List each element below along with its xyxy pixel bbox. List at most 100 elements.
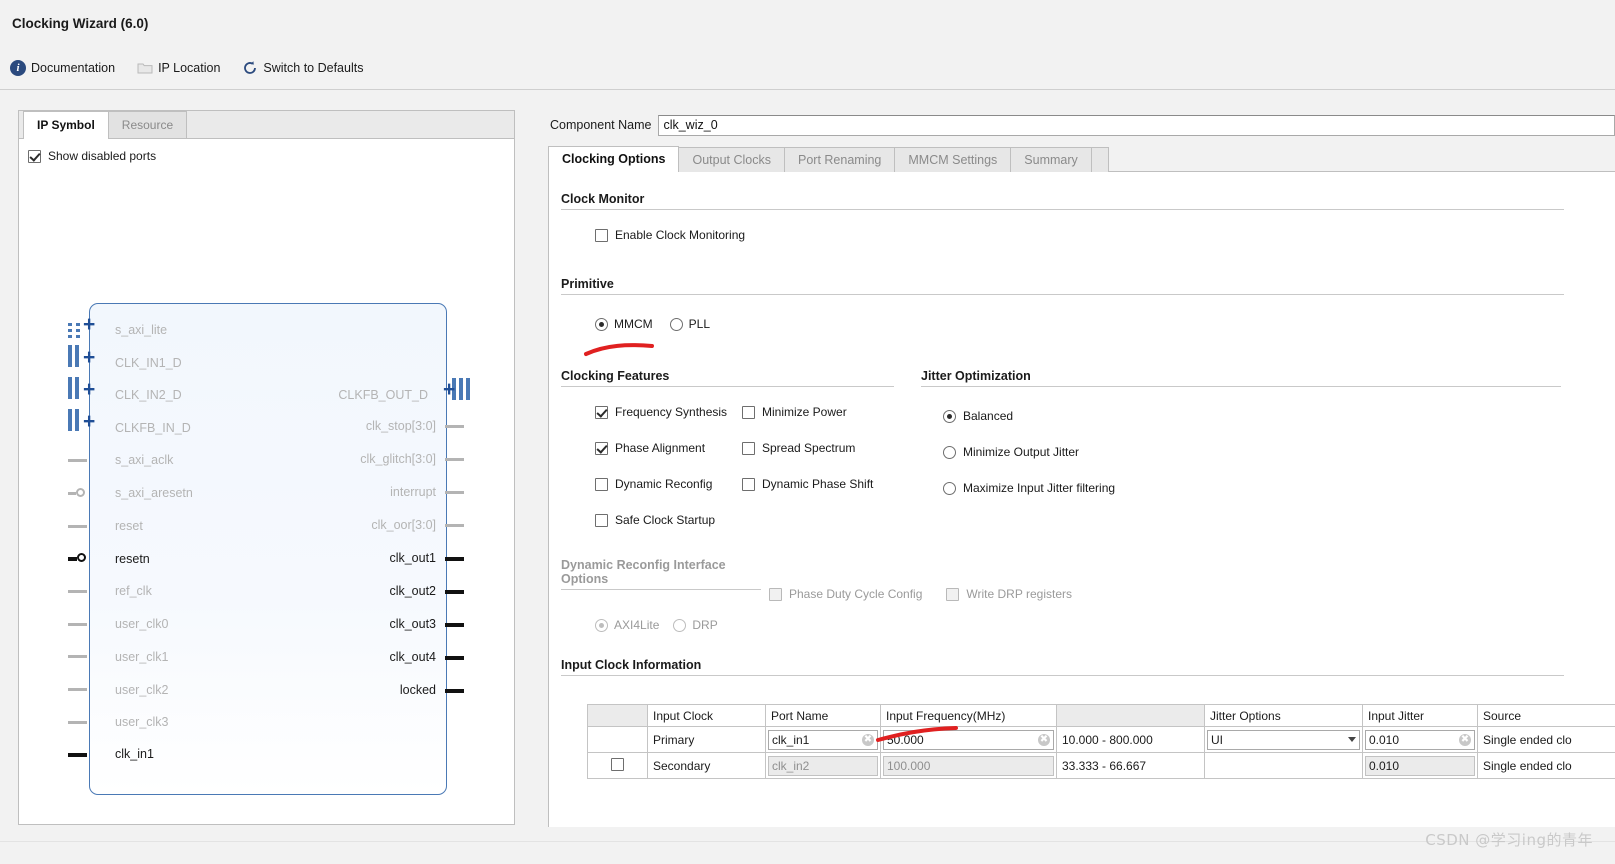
primitive-mmcm-radio[interactable] <box>595 317 608 331</box>
component-name-row: Component Name <box>548 110 1615 140</box>
connector-reset <box>68 525 87 528</box>
connector-ref-clk <box>68 590 87 593</box>
show-disabled-ports-checkbox[interactable] <box>28 149 41 163</box>
port-clk-in2-d: CLK_IN2_D <box>115 388 182 402</box>
left-tabbar-filler <box>186 111 514 138</box>
input-clock-table: Input Clock Port Name Input Frequency(MH… <box>587 704 1615 779</box>
phase-duty-cycle-config-checkbox[interactable] <box>769 587 782 601</box>
row-primary-jitter-options-cell[interactable]: UI <box>1204 726 1363 753</box>
port-user-clk1: user_clk1 <box>115 650 169 664</box>
port-user-clk0: user_clk0 <box>115 617 169 631</box>
row-primary-range: 10.000 - 800.000 <box>1056 726 1205 753</box>
dynamic-reconfig-row[interactable]: Dynamic Reconfig <box>595 477 742 491</box>
frequency-synthesis-checkbox[interactable] <box>595 405 608 419</box>
dynamic-reconfig-section: Dynamic Reconfig Interface Options AXI4L… <box>561 558 761 632</box>
dynamic-reconfig-checkbox[interactable] <box>595 477 608 491</box>
jitter-maximize-input-label: Maximize Input Jitter filtering <box>963 481 1116 495</box>
dynamic-phase-shift-checkbox[interactable] <box>742 477 755 491</box>
port-clkfb-out-d: CLKFB_OUT_D <box>338 388 428 402</box>
axi4lite-radio[interactable] <box>595 618 608 632</box>
connector-locked <box>445 689 464 693</box>
tab-clocking-options[interactable]: Clocking Options <box>548 146 680 172</box>
clear-icon[interactable]: ✖ <box>862 733 874 746</box>
clear-icon[interactable]: ✖ <box>1459 733 1471 746</box>
jitter-maximize-input-radio[interactable] <box>943 481 956 495</box>
primitive-radio-group: MMCM PLL <box>595 317 1564 331</box>
tab-ip-symbol[interactable]: IP Symbol <box>23 111 109 139</box>
jitter-optimization-rule <box>921 386 1561 387</box>
enable-clock-monitoring-row[interactable]: Enable Clock Monitoring <box>595 228 1564 242</box>
phase-duty-cycle-config-label: Phase Duty Cycle Config <box>789 587 923 601</box>
safe-clock-startup-row[interactable]: Safe Clock Startup <box>595 513 742 527</box>
tab-port-renaming[interactable]: Port Renaming <box>784 147 896 172</box>
row-secondary-port-name-cell: clk_in2 <box>765 752 881 779</box>
clocking-wizard-window: Clocking Wizard (6.0) i Documentation IP… <box>0 0 1615 864</box>
expand-clk-in1-d-icon[interactable]: + <box>83 347 99 368</box>
drp-radio[interactable] <box>673 618 687 632</box>
primitive-pll-radio[interactable] <box>669 317 683 331</box>
expand-s-axi-lite-icon[interactable]: + <box>83 314 99 335</box>
documentation-button[interactable]: i Documentation <box>10 59 115 76</box>
jitter-minimize-output-radio[interactable] <box>943 445 956 459</box>
th-range <box>1056 704 1205 727</box>
frequency-synthesis-row[interactable]: Frequency Synthesis <box>595 405 742 419</box>
jitter-minimize-output-row[interactable]: Minimize Output Jitter <box>943 445 1561 459</box>
row-primary-input-jitter-cell[interactable]: 0.010 ✖ <box>1362 726 1478 753</box>
tab-summary[interactable]: Summary <box>1010 147 1092 172</box>
folder-icon <box>137 60 153 76</box>
primary-jitter-options-combo[interactable]: UI <box>1207 729 1360 750</box>
primary-input-jitter-field[interactable]: 0.010 ✖ <box>1365 729 1475 750</box>
expand-clk-in2-d-icon[interactable]: + <box>83 379 99 400</box>
component-name-label: Component Name <box>550 118 652 132</box>
row-primary-port-name-cell[interactable]: clk_in1 ✖ <box>765 726 881 753</box>
dynamic-phase-shift-label: Dynamic Phase Shift <box>762 477 874 491</box>
minimize-power-label: Minimize Power <box>762 405 847 419</box>
jitter-balanced-row[interactable]: Balanced <box>943 409 1561 423</box>
secondary-enable-checkbox[interactable] <box>611 757 624 771</box>
phase-alignment-row[interactable]: Phase Alignment <box>595 441 742 455</box>
port-clk-glitch: clk_glitch[3:0] <box>360 452 436 466</box>
window-titlebar: Clocking Wizard (6.0) <box>0 0 1615 46</box>
connector-user-clk1 <box>68 655 87 658</box>
ip-location-button[interactable]: IP Location <box>137 60 220 76</box>
write-drp-registers-checkbox[interactable] <box>946 587 960 601</box>
primitive-pll-label: PLL <box>688 317 711 331</box>
expand-clkfb-out-d-icon[interactable]: + <box>443 379 459 400</box>
show-disabled-ports-row[interactable]: Show disabled ports <box>19 139 514 163</box>
enable-clock-monitoring-checkbox[interactable] <box>595 228 608 242</box>
tab-output-clocks[interactable]: Output Clocks <box>678 147 785 172</box>
expand-clkfb-in-d-icon[interactable]: + <box>83 411 99 432</box>
component-name-input[interactable] <box>658 114 1615 136</box>
clear-icon[interactable]: ✖ <box>1038 733 1050 746</box>
tab-resource[interactable]: Resource <box>107 111 188 138</box>
clocking-features-grid: Frequency Synthesis Phase Alignment Dyna… <box>595 405 894 527</box>
dynamic-phase-shift-row[interactable]: Dynamic Phase Shift <box>742 477 873 491</box>
row-secondary-select-cell[interactable] <box>587 752 648 779</box>
primary-input-frequency-field[interactable]: 50.000 ✖ <box>883 729 1054 750</box>
port-resetn: resetn <box>115 552 150 566</box>
spread-spectrum-row[interactable]: Spread Spectrum <box>742 441 873 455</box>
safe-clock-startup-checkbox[interactable] <box>595 513 608 527</box>
input-clock-information-section: Input Clock Information <box>561 658 1564 676</box>
primary-port-name-field[interactable]: clk_in1 ✖ <box>768 729 878 750</box>
clocking-features-title: Clocking Features <box>561 369 670 383</box>
connector-user-clk0 <box>68 623 87 626</box>
tab-mmcm-settings[interactable]: MMCM Settings <box>894 147 1012 172</box>
minimize-power-checkbox[interactable] <box>742 405 755 419</box>
connector-clk-in1-d <box>68 345 79 367</box>
jitter-maximize-input-row[interactable]: Maximize Input Jitter filtering <box>943 481 1561 495</box>
jitter-balanced-radio[interactable] <box>943 409 956 423</box>
table-row: Primary clk_in1 ✖ 50.000 ✖ 10.000 - 800.… <box>587 726 1615 753</box>
connector-interrupt <box>445 491 464 494</box>
row-primary-input-frequency-cell[interactable]: 50.000 ✖ <box>880 726 1057 753</box>
minimize-power-row[interactable]: Minimize Power <box>742 405 873 419</box>
port-ref-clk: ref_clk <box>115 584 152 598</box>
switch-to-defaults-button[interactable]: Switch to Defaults <box>242 60 363 76</box>
primary-input-jitter-value: 0.010 <box>1369 732 1400 747</box>
tabbar-endcap <box>1090 147 1109 172</box>
inverter-bubble-s-axi-aresetn <box>76 488 85 497</box>
jitter-minimize-output-label: Minimize Output Jitter <box>963 445 1080 459</box>
spread-spectrum-checkbox[interactable] <box>742 441 755 455</box>
phase-alignment-checkbox[interactable] <box>595 441 608 455</box>
port-clk-oor: clk_oor[3:0] <box>371 518 436 532</box>
